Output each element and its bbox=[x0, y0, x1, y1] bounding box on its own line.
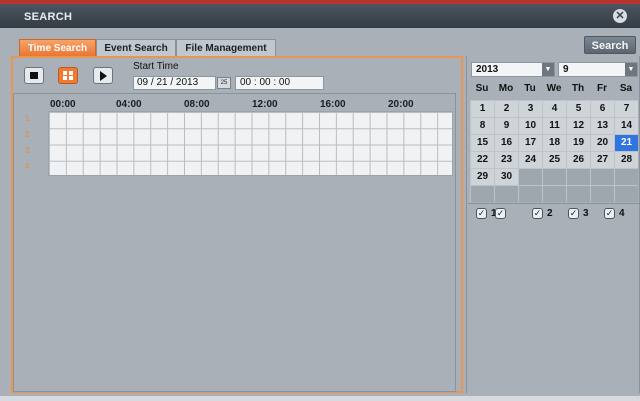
tab-time-search[interactable]: Time Search bbox=[19, 39, 96, 56]
year-select[interactable]: 2013 ▼ bbox=[471, 62, 555, 77]
calendar-day[interactable]: 16 bbox=[495, 135, 518, 151]
calendar-day[interactable]: 1 bbox=[471, 101, 494, 117]
checkmark-icon: ✓ bbox=[476, 208, 487, 219]
search-window: SEARCH ✕ Time Search Event Search File M… bbox=[0, 0, 640, 401]
calendar-day[interactable]: 8 bbox=[471, 118, 494, 134]
channel-label: 4 bbox=[25, 162, 30, 171]
calendar-day[interactable]: 7 bbox=[615, 101, 638, 117]
chevron-down-icon: ▼ bbox=[542, 63, 554, 76]
calendar-day[interactable]: 27 bbox=[591, 152, 614, 168]
divider bbox=[468, 203, 640, 204]
hour-label: 00:00 bbox=[50, 99, 76, 110]
calendar-grid: 1 2 3 4 5 6 7 8 9 10 11 12 13 14 15 16 17 18 19 20 21 22 23 24 2… bbox=[470, 100, 638, 202]
calendar-day[interactable]: 18 bbox=[543, 135, 566, 151]
hour-label: 20:00 bbox=[388, 99, 414, 110]
calendar-day[interactable]: 4 bbox=[543, 101, 566, 117]
calendar-day[interactable]: 28 bbox=[615, 152, 638, 168]
checkmark-icon: ✓ bbox=[532, 208, 543, 219]
start-date-field[interactable]: 09 / 21 / 2013 bbox=[133, 76, 216, 90]
hour-label: 08:00 bbox=[184, 99, 210, 110]
calendar-day[interactable]: 20 bbox=[591, 135, 614, 151]
month-select[interactable]: 9 ▼ bbox=[558, 62, 638, 77]
calendar-day[interactable]: 30 bbox=[495, 169, 518, 185]
weekday-label: Sa bbox=[619, 83, 633, 94]
title-bar: SEARCH bbox=[0, 4, 640, 28]
calendar-day[interactable]: 12 bbox=[567, 118, 590, 134]
grid-view-button[interactable] bbox=[58, 67, 78, 84]
calendar-day[interactable]: 26 bbox=[567, 152, 590, 168]
calendar-day[interactable]: 17 bbox=[519, 135, 542, 151]
stop-button[interactable] bbox=[24, 67, 44, 84]
calendar-day[interactable]: 5 bbox=[567, 101, 590, 117]
date-picker-icon[interactable]: 25 bbox=[217, 77, 231, 89]
weekday-label: Tu bbox=[524, 83, 536, 94]
calendar-day[interactable]: 22 bbox=[471, 152, 494, 168]
year-value: 2013 bbox=[476, 64, 499, 75]
hour-label: 12:00 bbox=[252, 99, 278, 110]
channel-label: 2 bbox=[25, 130, 30, 139]
weekday-label: Su bbox=[475, 83, 489, 94]
calendar-day[interactable]: 10 bbox=[519, 118, 542, 134]
window-title: SEARCH bbox=[24, 11, 73, 23]
calendar-day[interactable]: 3 bbox=[519, 101, 542, 117]
stop-icon bbox=[30, 72, 38, 79]
month-value: 9 bbox=[563, 64, 569, 75]
calendar-day[interactable]: 13 bbox=[591, 118, 614, 134]
channel-label: 1 bbox=[25, 114, 30, 123]
weekday-label: Th bbox=[571, 83, 585, 94]
checkmark-icon: ✓ bbox=[604, 208, 615, 219]
close-icon[interactable]: ✕ bbox=[613, 9, 627, 23]
chevron-down-icon: ▼ bbox=[625, 63, 637, 76]
start-time-field[interactable]: 00 : 00 : 00 bbox=[235, 76, 324, 90]
calendar-day[interactable]: 19 bbox=[567, 135, 590, 151]
play-button[interactable] bbox=[93, 67, 113, 84]
calendar-day[interactable]: 14 bbox=[615, 118, 638, 134]
weekday-label: We bbox=[546, 83, 562, 94]
calendar-day[interactable]: 23 bbox=[495, 152, 518, 168]
channel-label: 3 bbox=[25, 146, 30, 155]
weekday-label: Mo bbox=[498, 83, 514, 94]
calendar-day[interactable]: 15 bbox=[471, 135, 494, 151]
hour-label: 16:00 bbox=[320, 99, 346, 110]
bottom-edge bbox=[0, 396, 640, 401]
weekday-label: Fr bbox=[597, 83, 607, 94]
calendar-day[interactable]: 24 bbox=[519, 152, 542, 168]
checkmark-icon: ✓ bbox=[495, 208, 506, 219]
timeline-grid[interactable] bbox=[48, 111, 453, 176]
calendar-day[interactable]: 21 bbox=[615, 135, 638, 151]
play-icon bbox=[100, 71, 107, 81]
calendar-day[interactable]: 11 bbox=[543, 118, 566, 134]
calendar-day[interactable]: 6 bbox=[591, 101, 614, 117]
calendar-day[interactable]: 2 bbox=[495, 101, 518, 117]
calendar-day[interactable]: 29 bbox=[471, 169, 494, 185]
start-time-label: Start Time bbox=[133, 61, 179, 72]
tab-event-search[interactable]: Event Search bbox=[96, 39, 176, 56]
checkmark-icon: ✓ bbox=[568, 208, 579, 219]
calendar-day[interactable]: 25 bbox=[543, 152, 566, 168]
search-button[interactable]: Search bbox=[584, 36, 636, 54]
calendar-day[interactable]: 9 bbox=[495, 118, 518, 134]
hour-label: 04:00 bbox=[116, 99, 142, 110]
tab-file-management[interactable]: File Management bbox=[176, 39, 276, 56]
